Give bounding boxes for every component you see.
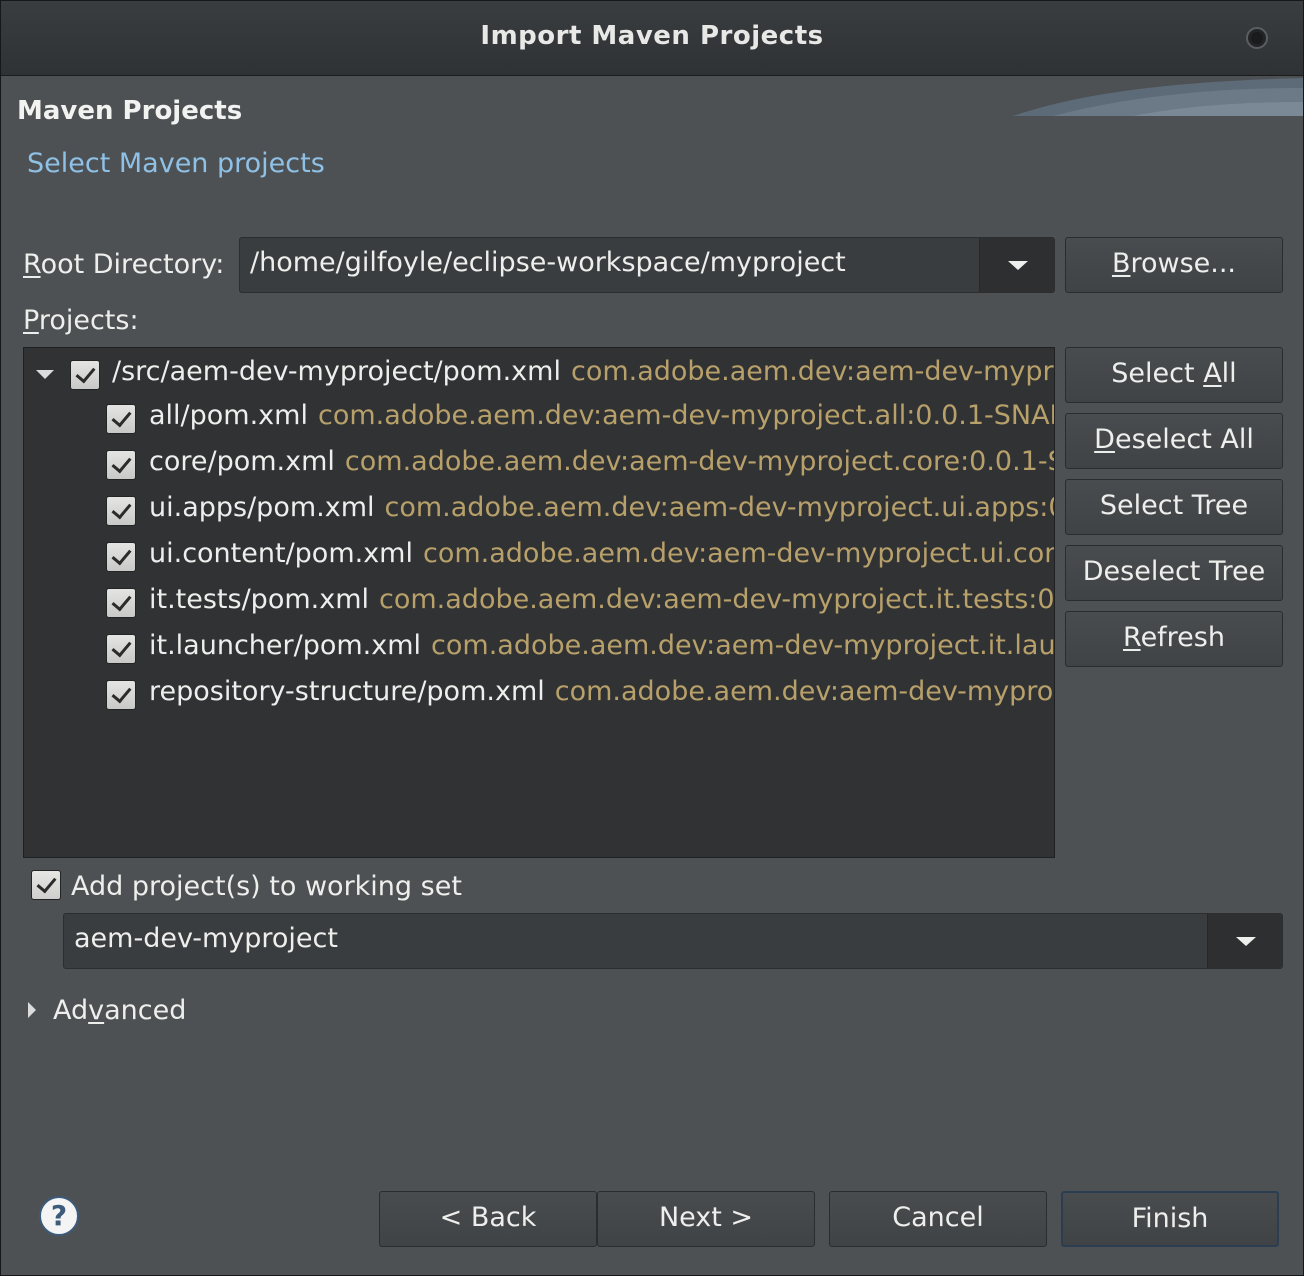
root-directory-combo[interactable]: /home/gilfoyle/eclipse-workspace/myproje… bbox=[239, 237, 1055, 293]
root-directory-label: Root Directory: bbox=[23, 249, 225, 280]
tree-row[interactable]: ui.apps/pom.xml com.adobe.aem.dev:aem-dev… bbox=[24, 490, 1055, 534]
browse-button[interactable]: Browse... bbox=[1065, 237, 1283, 293]
project-path: core/pom.xml bbox=[149, 446, 335, 477]
deselect-all-button[interactable]: Deselect All bbox=[1065, 413, 1283, 469]
projects-label: Projects: bbox=[23, 305, 139, 336]
project-checkbox[interactable] bbox=[106, 404, 136, 434]
tree-row[interactable]: /src/aem-dev-myproject/pom.xml com.adobe.… bbox=[24, 352, 1055, 396]
import-maven-dialog: Import Maven Projects Maven Projects Sel… bbox=[0, 0, 1304, 1276]
project-checkbox[interactable] bbox=[106, 680, 136, 710]
refresh-button[interactable]: Refresh bbox=[1065, 611, 1283, 667]
finish-button[interactable]: Finish bbox=[1061, 1191, 1279, 1247]
next-button[interactable]: Next > bbox=[597, 1191, 815, 1247]
project-path: repository-structure/pom.xml bbox=[149, 676, 545, 707]
projects-tree[interactable]: /src/aem-dev-myproject/pom.xml com.adobe.… bbox=[23, 347, 1055, 858]
working-set-checkbox[interactable] bbox=[31, 870, 61, 900]
project-gav: com.adobe.aem.dev:aem-dev-myproject.core… bbox=[344, 446, 1055, 477]
working-set-label[interactable]: Add project(s) to working set bbox=[71, 871, 462, 902]
working-set-value[interactable]: aem-dev-myproject bbox=[74, 923, 338, 954]
project-path: all/pom.xml bbox=[149, 400, 308, 431]
advanced-toggle[interactable]: Advanced bbox=[53, 995, 186, 1026]
tree-row[interactable]: all/pom.xml com.adobe.aem.dev:aem-dev-myp… bbox=[24, 398, 1055, 442]
project-checkbox[interactable] bbox=[106, 634, 136, 664]
root-directory-dropdown-icon[interactable] bbox=[979, 238, 1054, 292]
title-bar: Import Maven Projects bbox=[1, 1, 1303, 76]
close-window-icon[interactable] bbox=[1246, 27, 1268, 49]
tree-row[interactable]: it.tests/pom.xml com.adobe.aem.dev:aem-de… bbox=[24, 582, 1055, 626]
select-tree-button[interactable]: Select Tree bbox=[1065, 479, 1283, 535]
project-checkbox[interactable] bbox=[106, 542, 136, 572]
project-path: ui.content/pom.xml bbox=[149, 538, 413, 569]
project-path: ui.apps/pom.xml bbox=[149, 492, 375, 523]
tree-row[interactable]: ui.content/pom.xml com.adobe.aem.dev:aem-… bbox=[24, 536, 1055, 580]
root-directory-value[interactable]: /home/gilfoyle/eclipse-workspace/myproje… bbox=[250, 247, 846, 278]
deselect-tree-button[interactable]: Deselect Tree bbox=[1065, 545, 1283, 601]
project-gav: com.adobe.aem.dev:aem-dev-myproject.ui.c… bbox=[423, 538, 1055, 569]
root-directory-label-text: oot Directory: bbox=[40, 249, 225, 280]
project-gav: com.adobe.aem.dev:aem-dev-mypro bbox=[554, 676, 1054, 707]
tree-row[interactable]: repository-structure/pom.xml com.adobe.ae… bbox=[24, 674, 1054, 718]
project-gav: com.adobe.aem.dev:aem-dev-myproject.all:… bbox=[317, 400, 1055, 431]
select-all-button[interactable]: Select All bbox=[1065, 347, 1283, 403]
back-button[interactable]: < Back bbox=[379, 1191, 597, 1247]
project-checkbox[interactable] bbox=[106, 450, 136, 480]
project-checkbox[interactable] bbox=[70, 360, 100, 390]
project-path: it.tests/pom.xml bbox=[149, 584, 370, 615]
window-title: Import Maven Projects bbox=[480, 21, 824, 51]
working-set-dropdown-icon[interactable] bbox=[1207, 914, 1282, 968]
wizard-header: Maven Projects Select Maven projects bbox=[1, 76, 1303, 196]
page-heading: Maven Projects bbox=[17, 96, 243, 126]
tree-expand-icon[interactable] bbox=[36, 370, 54, 379]
tree-row[interactable]: core/pom.xml com.adobe.aem.dev:aem-dev-my… bbox=[24, 444, 1055, 488]
cancel-button[interactable]: Cancel bbox=[829, 1191, 1047, 1247]
tree-row[interactable]: it.launcher/pom.xml com.adobe.aem.dev:aem… bbox=[24, 628, 1055, 672]
help-icon[interactable]: ? bbox=[39, 1196, 79, 1236]
working-set-combo[interactable]: aem-dev-myproject bbox=[63, 913, 1283, 969]
banner-swoosh-graphic bbox=[1013, 78, 1303, 116]
project-gav: com.adobe.aem.dev:aem-dev-myproject.ui.a… bbox=[384, 492, 1055, 523]
project-path: it.launcher/pom.xml bbox=[149, 630, 422, 661]
advanced-expand-icon[interactable] bbox=[28, 1002, 36, 1018]
project-gav: com.adobe.aem.dev:aem-dev-myproject.it.l… bbox=[431, 630, 1055, 661]
page-subtitle: Select Maven projects bbox=[27, 148, 325, 179]
project-gav: com.adobe.aem.dev:aem-dev-myproject.it.t… bbox=[379, 584, 1055, 615]
project-checkbox[interactable] bbox=[106, 588, 136, 618]
project-path: /src/aem-dev-myproject/pom.xml bbox=[112, 356, 561, 387]
project-gav: com.adobe.aem.dev:aem-dev-myproj bbox=[570, 356, 1055, 387]
project-checkbox[interactable] bbox=[106, 496, 136, 526]
